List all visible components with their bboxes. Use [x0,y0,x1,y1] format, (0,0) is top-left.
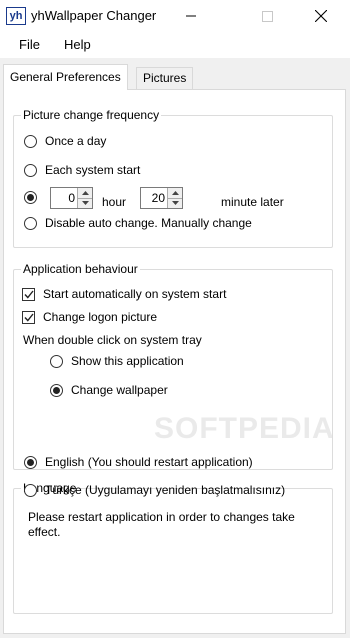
checkbox-start-automatically[interactable]: Start automatically on system start [22,287,226,301]
radio-disable-auto-change[interactable]: Disable auto change. Manually change [24,216,252,230]
minimize-button[interactable] [168,0,214,32]
radio-once-a-day-label: Once a day [45,134,107,148]
radio-button[interactable] [24,134,37,148]
radio-button[interactable] [24,483,37,497]
minute-label: minute later [221,195,284,209]
hour-stepper-buttons[interactable] [77,188,92,208]
start-automatically-label: Start automatically on system start [43,287,227,301]
checkbox-change-logon-picture[interactable]: Change logon picture [22,310,157,324]
maximize-icon [261,10,273,22]
minute-value[interactable]: 20 [141,188,167,208]
checkmark-icon [23,290,34,299]
client-area: General Preferences Pictures SOFTPEDIA P… [0,58,350,638]
radio-change-wallpaper[interactable]: Change wallpaper [50,383,168,397]
menu-bar: File Help [0,32,350,58]
radio-custom-interval[interactable] [24,191,45,204]
radio-english[interactable]: English (You should restart application) [24,455,253,469]
radio-button[interactable] [24,163,37,177]
radio-button[interactable] [24,216,37,230]
minimize-icon [186,15,196,17]
minute-stepper[interactable]: 20 [140,187,183,209]
hour-value[interactable]: 0 [51,188,77,208]
down-arrow-icon[interactable] [168,197,182,208]
tray-click-label: When double click on system tray [23,333,202,347]
up-arrow-icon[interactable] [78,188,92,198]
turkish-label: Türkçe (Uygulamayı yeniden başlatmalısın… [45,483,286,497]
radio-button-checked[interactable] [24,455,37,469]
english-label: English (You should restart application) [45,455,253,469]
window-title: yhWallpaper Changer [31,8,157,23]
maximize-button [244,0,290,32]
radio-once-a-day[interactable]: Once a day [24,134,106,148]
restart-note: Please restart application in order to c… [28,510,295,539]
menu-help[interactable]: Help [64,37,91,52]
radio-each-system-start-label: Each system start [45,163,141,177]
up-arrow-icon[interactable] [168,188,182,198]
minute-stepper-buttons[interactable] [167,188,182,208]
show-application-label: Show this application [71,354,184,368]
close-icon [315,10,327,22]
hour-stepper[interactable]: 0 [50,187,93,209]
down-arrow-icon[interactable] [78,197,92,208]
radio-turkish[interactable]: Türkçe (Uygulamayı yeniden başlatmalısın… [24,483,285,497]
radio-disable-label: Disable auto change. Manually change [45,216,252,230]
tab-general-preferences[interactable]: General Preferences [3,64,128,90]
checkbox[interactable] [22,310,35,324]
radio-button-checked[interactable] [50,383,63,397]
behaviour-group-title: Application behaviour [21,262,140,276]
language-group: Language [13,481,333,614]
frequency-group-title: Picture change frequency [21,108,162,122]
radio-button[interactable] [50,354,63,368]
close-button[interactable] [298,0,344,32]
change-logon-label: Change logon picture [43,310,158,324]
app-icon: yh [6,7,26,25]
menu-file[interactable]: File [19,37,40,52]
radio-each-system-start[interactable]: Each system start [24,163,140,177]
radio-show-application[interactable]: Show this application [50,354,184,368]
title-bar: yh yhWallpaper Changer [0,0,350,32]
hour-label: hour [102,195,127,209]
checkbox[interactable] [22,287,35,301]
radio-button-checked[interactable] [24,191,37,204]
change-wallpaper-label: Change wallpaper [71,383,168,397]
tab-pictures[interactable]: Pictures [136,67,194,89]
checkmark-icon [23,313,34,322]
